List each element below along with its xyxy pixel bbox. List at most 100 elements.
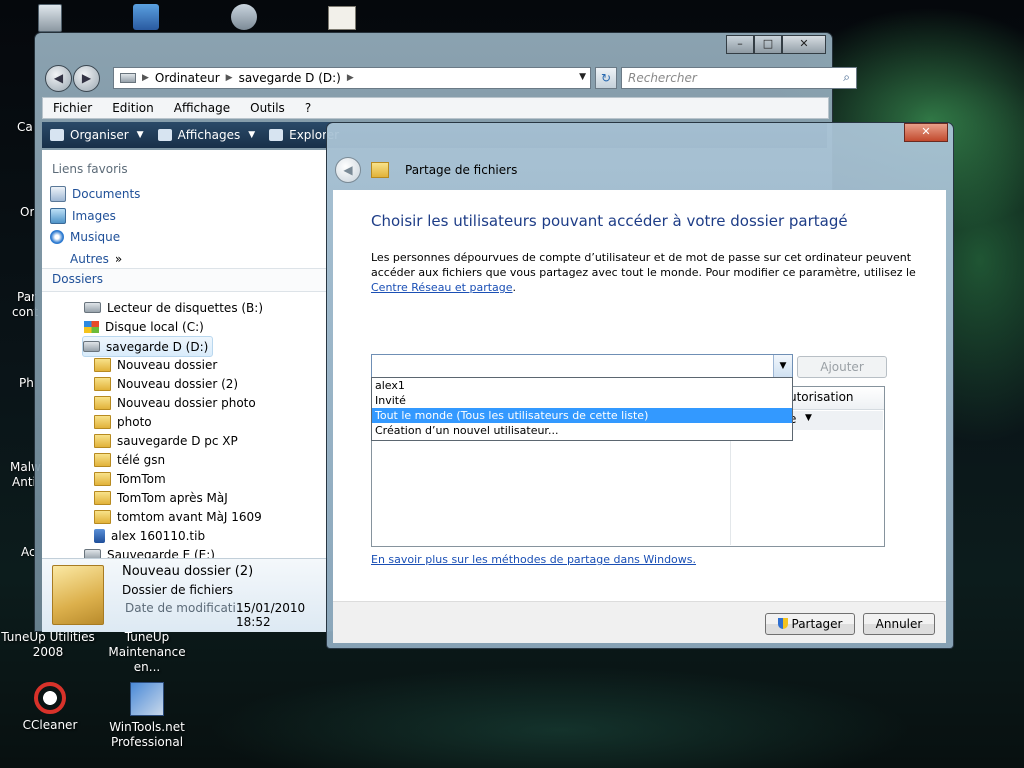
maximize-button[interactable]: □ [754,35,782,54]
window-controls: – □ ✕ [726,35,826,54]
menu-fichier[interactable]: Fichier [43,101,102,115]
folders-header[interactable]: Dossiers [42,268,327,292]
description-end: . [512,281,517,294]
folders-heading: Dossiers [52,272,103,286]
desktop-partial-label: Anti [12,475,36,489]
floppy-drive-icon [84,302,101,313]
share-button[interactable]: Partager [765,613,855,635]
tree-item-folder[interactable]: TomTom [94,469,166,488]
chevron-down-icon[interactable]: ▼ [805,413,812,423]
folder-icon [94,490,111,505]
tree-item-drive[interactable]: Lecteur de disquettes (B:) [84,298,263,317]
organiser-button[interactable]: Organiser ▼ [50,128,144,142]
breadcrumb-separator-icon: ▶ [346,73,354,83]
folder-icon [94,471,111,486]
search-icon[interactable]: ⌕ [843,70,850,85]
desktop-app-icon[interactable] [133,4,159,30]
tree-item-drive[interactable]: Disque local (C:) [84,317,204,336]
tree-item-folder[interactable]: sauvegarde D pc XP [94,431,238,450]
menu-affichage[interactable]: Affichage [164,101,240,115]
organiser-label: Organiser [70,128,129,142]
tree-item-label: savegarde D (D:) [106,339,209,354]
add-button[interactable]: Ajouter [797,356,887,378]
desktop-icon-label: CCleaner [22,718,78,732]
close-button[interactable]: ✕ [904,123,948,142]
tree-item-folder[interactable]: photo [94,412,152,431]
favorite-autres[interactable]: Autres » [70,252,122,266]
tree-item-folder[interactable]: Nouveau dossier (2) [94,374,238,393]
menu-outils[interactable]: Outils [240,101,295,115]
chevron-down-icon[interactable]: ▼ [579,72,586,82]
tree-item-label: TomTom après MàJ [117,490,228,505]
tree-item-folder[interactable]: Nouveau dossier [94,355,217,374]
file-icon [94,528,105,543]
back-arrow-icon[interactable]: ◀ [335,157,361,183]
tree-item-file[interactable]: alex 160110.tib [94,526,205,545]
windows-drive-icon [84,320,99,333]
search-input[interactable]: Rechercher ⌕ [621,67,857,89]
refresh-icon[interactable]: ↻ [595,67,617,89]
tree-item-folder[interactable]: télé gsn [94,450,165,469]
address-bar[interactable]: ▶ Ordinateur ▶ savegarde D (D:) ▶ ▼ [113,67,591,89]
favorite-label: Autres [70,252,109,266]
share-button-label: Partager [791,617,843,631]
breadcrumb-item[interactable]: Ordinateur [155,71,220,85]
cancel-button[interactable]: Annuler [863,613,935,635]
close-button[interactable]: ✕ [782,35,826,54]
user-dropdown-list: alex1 Invité Tout le monde (Tous les uti… [371,377,793,441]
recycle-bin-icon[interactable] [38,4,62,32]
favorite-documents[interactable]: Documents [50,186,140,202]
desktop-icon-wintools[interactable]: WinTools.net Professional [97,682,197,750]
menu-edition[interactable]: Edition [102,101,164,115]
tree-item-label: télé gsn [117,452,166,467]
favorite-label: Documents [72,187,141,201]
favorite-images[interactable]: Images [50,208,116,224]
desktop-icon-ccleaner[interactable]: CCleaner [0,682,100,733]
dropdown-option[interactable]: alex1 [372,378,792,393]
network-center-link[interactable]: Centre Réseau et partage [371,281,513,294]
learn-more-link[interactable]: En savoir plus sur les méthodes de parta… [371,553,696,566]
dropdown-option[interactable]: Invité [372,393,792,408]
dialog-body: Choisir les utilisateurs pouvant accéder… [333,190,946,601]
tree-item-folder[interactable]: tomtom avant MàJ 1609 [94,507,262,526]
dialog-title: Partage de fichiers [405,163,518,177]
desktop-icon-label: WinTools.net Professional [109,720,185,749]
desktop-app-icon[interactable] [231,4,257,30]
favorite-label: Images [72,209,116,223]
tree-item-folder[interactable]: TomTom après MàJ [94,488,228,507]
wintools-icon [130,682,164,716]
chevron-down-icon[interactable]: ▼ [773,355,792,377]
forward-arrow-icon[interactable]: ▶ [73,65,100,92]
back-arrow-icon[interactable]: ◀ [45,65,72,92]
column-header-permission[interactable]: utorisation [789,390,854,404]
tree-item-label: alex 160110.tib [111,528,206,543]
folder-icon [94,376,111,391]
details-type: Dossier de fichiers [122,583,234,597]
tree-item-label: TomTom [117,471,166,486]
shield-icon [777,618,788,629]
organize-icon [50,129,64,141]
minimize-button[interactable]: – [726,35,754,54]
affichages-button[interactable]: Affichages ▼ [157,128,256,142]
breadcrumb-item[interactable]: savegarde D (D:) [239,71,341,85]
dialog-header: ◀ Partage de fichiers [333,153,947,187]
pictures-icon [50,208,66,224]
menu-help[interactable]: ? [295,101,321,115]
folder-icon [94,433,111,448]
favorite-musique[interactable]: Musique [50,230,120,244]
breadcrumb-separator-icon: ▶ [225,73,233,83]
desktop-icon-tuneup-maintenance[interactable]: TuneUp Maintenance en... [97,630,197,675]
desktop-icon-tuneup-utilities[interactable]: TuneUp Utilities 2008 [0,630,100,660]
dialog-footer: Partager Annuler [333,601,946,643]
double-chevron-icon: » [114,252,123,266]
chevron-down-icon: ▼ [248,130,256,140]
tree-item-drive-selected[interactable]: savegarde D (D:) [82,336,214,357]
tree-item-drive[interactable]: Sauvegarde E (E:) [84,545,215,558]
description-text: Les personnes dépourvues de compte d’uti… [371,251,916,279]
dropdown-option[interactable]: Création d’un nouvel utilisateur... [372,423,792,438]
image-file-icon[interactable] [328,6,356,30]
tree-item-folder[interactable]: Nouveau dossier photo [94,393,256,412]
dialog-description: Les personnes dépourvues de compte d’uti… [371,250,931,295]
user-combobox[interactable]: ▼ [371,354,793,378]
dropdown-option-selected[interactable]: Tout le monde (Tous les utilisateurs de … [372,408,792,423]
